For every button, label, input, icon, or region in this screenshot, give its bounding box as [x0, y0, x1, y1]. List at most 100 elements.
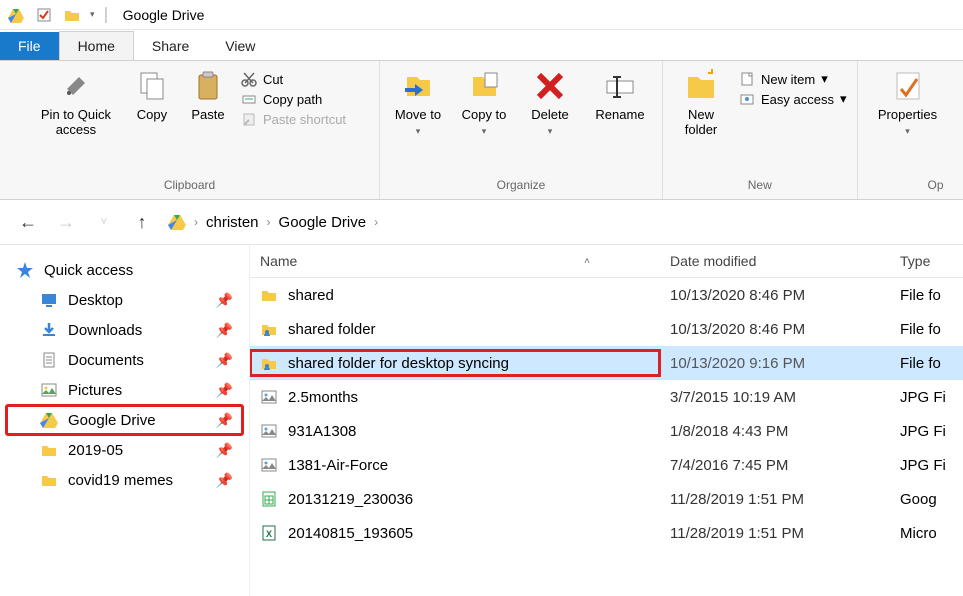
- file-date: 11/28/2019 1:51 PM: [660, 487, 890, 512]
- chevron-down-icon: ▾: [840, 91, 847, 107]
- paste-label: Paste: [191, 107, 224, 122]
- file-row[interactable]: 931A13081/8/2018 4:43 PMJPG Fi: [250, 414, 963, 448]
- file-date: 10/13/2020 8:46 PM: [660, 317, 890, 342]
- file-name: 20131219_230036: [288, 491, 413, 508]
- image-icon: [260, 388, 278, 406]
- copy-icon: [135, 69, 169, 103]
- file-date: 10/13/2020 9:16 PM: [660, 351, 890, 376]
- sidebar-quick-access[interactable]: Quick access: [6, 255, 243, 285]
- menu-tabs: File Home Share View: [0, 30, 963, 60]
- paste-shortcut-button[interactable]: Paste shortcut: [241, 111, 346, 127]
- column-name[interactable]: Name ˄: [250, 245, 660, 277]
- ribbon-group-new: New folder New item ▾ Easy access ▾ New: [663, 61, 858, 199]
- forward-arrow-icon[interactable]: →: [54, 212, 78, 233]
- file-type: JPG Fi: [890, 385, 963, 410]
- chevron-down-icon: ▾: [548, 126, 553, 137]
- group-label-new: New: [748, 175, 772, 197]
- chevron-right-icon[interactable]: ›: [374, 215, 378, 229]
- copy-to-icon: [467, 69, 501, 103]
- rename-button[interactable]: Rename: [588, 67, 652, 122]
- window-title: Google Drive: [123, 7, 205, 23]
- paste-button[interactable]: Paste: [185, 67, 231, 122]
- sidebar-item-2019-05[interactable]: 2019-05📌: [6, 435, 243, 465]
- desktop-icon: [40, 291, 58, 309]
- copy-path-icon: [241, 91, 257, 107]
- sidebar-item-google-drive[interactable]: Google Drive📌: [6, 405, 243, 435]
- chevron-right-icon[interactable]: ›: [194, 215, 198, 229]
- new-item-button[interactable]: New item ▾: [739, 71, 847, 87]
- file-type: File fo: [890, 283, 963, 308]
- easy-access-button[interactable]: Easy access ▾: [739, 91, 847, 107]
- up-arrow-icon[interactable]: ↑: [130, 212, 154, 233]
- sidebar-item-pictures[interactable]: Pictures 📌: [6, 375, 243, 405]
- sidebar-item-downloads[interactable]: Downloads📌: [6, 315, 243, 345]
- ribbon: Pin to Quick access Copy Paste Cut: [0, 60, 963, 200]
- breadcrumb-item[interactable]: Google Drive: [279, 214, 367, 231]
- file-row[interactable]: 1381-Air-Force7/4/2016 7:45 PMJPG Fi: [250, 448, 963, 482]
- group-label-open: Op: [928, 175, 948, 197]
- chevron-down-icon: ▾: [821, 71, 828, 87]
- move-to-label: Move to: [395, 107, 441, 122]
- sidebar-item-covid19-memes[interactable]: covid19 memes📌: [6, 465, 243, 495]
- paste-icon: [191, 69, 225, 103]
- column-type[interactable]: Type: [890, 245, 963, 277]
- new-folder-icon: [684, 69, 718, 103]
- breadcrumb-item[interactable]: christen: [206, 214, 259, 231]
- main: Quick access Desktop📌Downloads📌Documents…: [0, 244, 963, 596]
- folder-icon[interactable]: [62, 5, 82, 25]
- pin-icon: 📌: [216, 382, 233, 399]
- easy-access-label: Easy access: [761, 92, 834, 107]
- file-name: shared: [288, 287, 334, 304]
- tab-view[interactable]: View: [207, 32, 273, 60]
- download-icon: [40, 321, 58, 339]
- sharefolder-icon: [260, 354, 278, 372]
- file-row[interactable]: shared folder for desktop syncing10/13/2…: [250, 346, 963, 380]
- file-list: Name ˄ Date modified Type shared10/13/20…: [250, 245, 963, 596]
- folder-icon: [260, 286, 278, 304]
- delete-label: Delete: [531, 107, 569, 122]
- new-folder-button[interactable]: New folder: [673, 67, 729, 137]
- sidebar-item-label: 2019-05: [68, 442, 123, 459]
- new-folder-label: New folder: [673, 107, 729, 137]
- file-row[interactable]: 20131219_23003611/28/2019 1:51 PMGoog: [250, 482, 963, 516]
- move-to-button[interactable]: Move to ▾: [390, 67, 446, 137]
- check-icon[interactable]: [34, 5, 54, 25]
- image-icon: [260, 456, 278, 474]
- ribbon-group-clipboard: Pin to Quick access Copy Paste Cut: [0, 61, 380, 199]
- file-date: 1/8/2018 4:43 PM: [660, 419, 890, 444]
- file-row[interactable]: shared10/13/2020 8:46 PMFile fo: [250, 278, 963, 312]
- tab-file[interactable]: File: [0, 32, 59, 60]
- star-icon: [16, 261, 34, 279]
- image-icon: [260, 422, 278, 440]
- delete-icon: [533, 69, 567, 103]
- sidebar-item-documents[interactable]: Documents📌: [6, 345, 243, 375]
- delete-button[interactable]: Delete ▾: [522, 67, 578, 137]
- copy-button[interactable]: Copy: [129, 67, 175, 122]
- sidebar-item-label: Pictures: [68, 382, 122, 399]
- recent-dropdown-icon[interactable]: ˅: [92, 216, 116, 228]
- breadcrumb[interactable]: › christen › Google Drive ›: [168, 213, 378, 231]
- rename-icon: [603, 69, 637, 103]
- column-date[interactable]: Date modified: [660, 245, 890, 277]
- file-row[interactable]: 2.5months3/7/2015 10:19 AMJPG Fi: [250, 380, 963, 414]
- easy-access-icon: [739, 91, 755, 107]
- copy-path-button[interactable]: Copy path: [241, 91, 346, 107]
- file-row[interactable]: shared folder10/13/2020 8:46 PMFile fo: [250, 312, 963, 346]
- chevron-right-icon[interactable]: ›: [267, 215, 271, 229]
- qat-dropdown-icon[interactable]: ▾: [90, 9, 95, 20]
- tab-home[interactable]: Home: [59, 31, 134, 60]
- copy-to-button[interactable]: Copy to ▾: [456, 67, 512, 137]
- file-name: 2.5months: [288, 389, 358, 406]
- sidebar-item-desktop[interactable]: Desktop📌: [6, 285, 243, 315]
- pin-icon: 📌: [216, 412, 233, 429]
- file-row[interactable]: X20140815_19360511/28/2019 1:51 PMMicro: [250, 516, 963, 550]
- tab-share[interactable]: Share: [134, 32, 207, 60]
- file-type: Micro: [890, 521, 963, 546]
- pin-icon: 📌: [216, 322, 233, 339]
- sidebar-item-label: Desktop: [68, 292, 123, 309]
- pin-quick-access-button[interactable]: Pin to Quick access: [33, 67, 119, 137]
- properties-button[interactable]: Properties ▾: [868, 67, 948, 137]
- back-arrow-icon[interactable]: ←: [16, 212, 40, 233]
- cut-button[interactable]: Cut: [241, 71, 346, 87]
- copy-path-label: Copy path: [263, 92, 322, 107]
